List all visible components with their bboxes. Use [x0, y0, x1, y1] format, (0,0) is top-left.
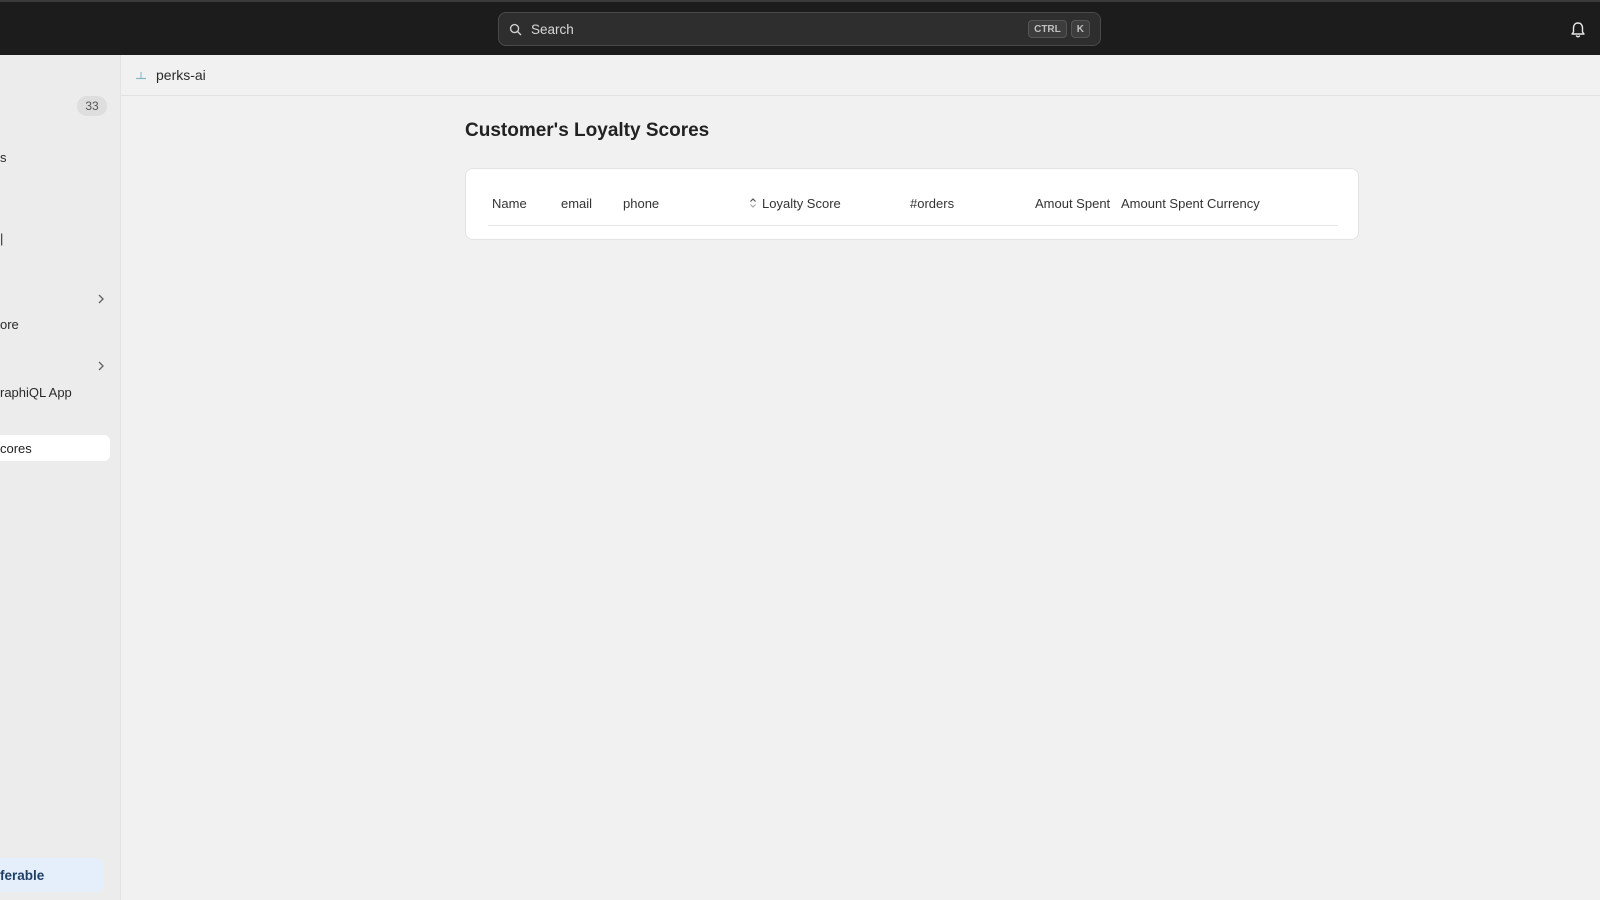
sidebar-item-loyalty-scores[interactable]: cores [0, 435, 110, 461]
column-header-phone[interactable]: phone [623, 196, 659, 211]
notification-count-badge: 33 [77, 96, 107, 116]
top-bar: Search CTRL K [0, 0, 1600, 55]
column-header-amount-spent-currency[interactable]: Amount Spent Currency [1121, 196, 1260, 211]
column-header-loyalty-score[interactable]: Loyalty Score [748, 196, 841, 211]
column-header-label: Loyalty Score [762, 196, 841, 211]
search-bar[interactable]: Search CTRL K [498, 12, 1101, 46]
shortcut-k-key: K [1070, 20, 1090, 38]
column-header-orders[interactable]: #orders [910, 196, 954, 211]
search-icon [509, 22, 523, 36]
shortcut-ctrl-key: CTRL [1028, 20, 1067, 38]
loyalty-table: Name email phone Loyalty Score #orders A… [465, 168, 1359, 240]
search-placeholder: Search [531, 21, 574, 37]
breadcrumb: perks-ai [121, 55, 1600, 96]
column-header-amount-spent[interactable]: Amout Spent [1035, 196, 1110, 211]
chevron-right-icon[interactable] [96, 292, 106, 304]
sidebar-item-1[interactable]: s [0, 150, 7, 165]
app-logo-icon [134, 68, 148, 82]
sidebar-item-label: cores [0, 440, 32, 456]
sidebar-item-bottom[interactable]: ferable [0, 858, 104, 892]
sidebar-item-2[interactable]: ore [0, 317, 19, 332]
page-title: Customer's Loyalty Scores [465, 120, 710, 141]
sort-icon [748, 197, 758, 209]
bell-icon[interactable] [1570, 21, 1586, 39]
sidebar-bottom-label: ferable [0, 867, 45, 883]
column-header-email[interactable]: email [561, 196, 592, 211]
breadcrumb-app-name[interactable]: perks-ai [156, 67, 206, 83]
column-header-name[interactable]: Name [492, 196, 527, 211]
sidebar-item-graphiql-app[interactable]: raphiQL App [0, 385, 72, 400]
sidebar: 33 s | ore raphiQL App cores ferable [0, 55, 121, 900]
sidebar-item-divider: | [0, 231, 4, 246]
chevron-right-icon[interactable] [96, 359, 106, 371]
table-header-row: Name email phone Loyalty Score #orders A… [488, 169, 1338, 226]
